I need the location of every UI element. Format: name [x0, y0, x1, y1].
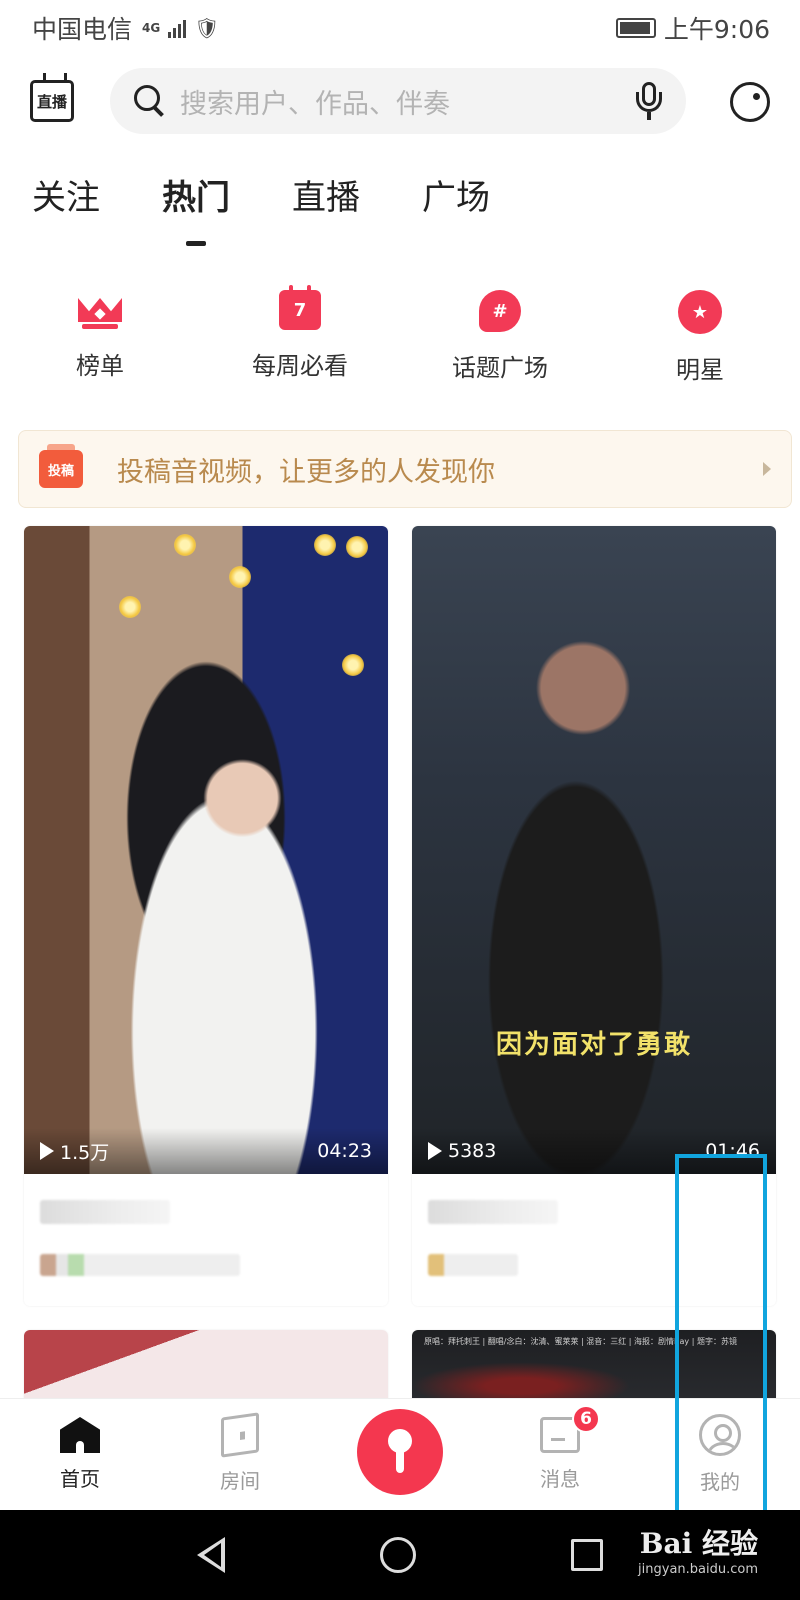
blurred-author — [40, 1254, 240, 1276]
tab-live[interactable]: 直播 — [292, 170, 360, 232]
video-caption: 因为面对了勇敢 — [495, 1030, 692, 1060]
nav-messages[interactable]: 6 消息 — [480, 1405, 640, 1492]
thumb-meta: 1.5万 04:23 — [24, 1128, 388, 1174]
feed-card[interactable]: 因为面对了勇敢 5383 01:46 — [412, 526, 776, 1306]
microphone-icon — [388, 1428, 412, 1475]
status-bar: 中国电信 4G 🛡 上午9:06 — [0, 0, 800, 56]
quick-item-label: 明星 — [676, 356, 724, 384]
home-circle-icon[interactable] — [379, 1537, 416, 1573]
status-right: 上午9:06 — [615, 10, 770, 46]
search-box[interactable]: 搜索用户、作品、伴奏 — [110, 68, 686, 134]
watermark-url: jingyan.baidu.com — [638, 1562, 758, 1577]
play-icon — [428, 1142, 442, 1160]
bottom-nav: 首页 房间 6 消息 我的 — [0, 1398, 800, 1510]
nav-label: 首页 — [60, 1467, 100, 1491]
recent-apps-icon[interactable] — [570, 1539, 603, 1571]
play-count: 1.5万 — [40, 1138, 109, 1165]
carrier-label: 中国电信 — [32, 15, 133, 44]
quick-entries: 榜单 7 每周必看 # 话题广场 ★ 明星 — [0, 285, 800, 385]
duration: 04:23 — [317, 1140, 372, 1162]
profile-icon — [699, 1414, 741, 1456]
blurred-title — [40, 1200, 170, 1224]
quick-item-label: 每周必看 — [252, 352, 348, 380]
clock: 上午9:06 — [663, 15, 770, 44]
nav-home[interactable]: 首页 — [0, 1417, 160, 1492]
tab-follow[interactable]: 关注 — [32, 170, 100, 232]
tab-hot[interactable]: 热门 — [162, 170, 230, 246]
battery-icon — [615, 18, 656, 38]
nav-label: 我的 — [700, 1470, 740, 1494]
tab-square[interactable]: 广场 — [422, 170, 490, 232]
feed-card[interactable]: 1.5万 04:23 — [24, 526, 388, 1306]
video-credits: 原唱：拜托刺王 | 翻唱/念白：沈清、蜜莱莱 | 混音：三红 | 海报：剧情Ba… — [424, 1337, 737, 1346]
search-icon — [132, 83, 168, 119]
top-bar: 直播 搜索用户、作品、伴奏 — [0, 66, 800, 136]
quick-item-stars[interactable]: ★ 明星 — [600, 290, 800, 385]
unread-badge: 6 — [572, 1405, 600, 1433]
quick-item-weekly[interactable]: 7 每周必看 — [200, 285, 400, 385]
blurred-author — [428, 1254, 518, 1276]
submit-icon: 投稿 — [39, 444, 83, 488]
room-icon — [221, 1412, 259, 1458]
watermark: Bai 经验 jingyan.baidu.com — [638, 1522, 758, 1577]
feed-tabs: 关注 热门 直播 广场 — [32, 170, 490, 246]
network-type: 4G — [142, 21, 161, 35]
duration: 01:46 — [705, 1140, 760, 1162]
search-input[interactable]: 搜索用户、作品、伴奏 — [180, 82, 634, 121]
star-icon: ★ — [678, 290, 722, 334]
nav-room[interactable]: 房间 — [160, 1412, 320, 1494]
card-info — [412, 1174, 776, 1306]
back-icon[interactable] — [197, 1537, 226, 1573]
watermark-brand: Bai 经验 — [639, 1527, 758, 1560]
nav-profile[interactable]: 我的 — [640, 1414, 800, 1495]
play-count-value: 1.5万 — [60, 1141, 110, 1164]
nav-sing[interactable] — [320, 1408, 480, 1495]
shield-icon: 🛡 — [194, 16, 220, 40]
video-thumbnail[interactable]: 因为面对了勇敢 5383 01:46 — [412, 526, 776, 1174]
blurred-title — [428, 1200, 558, 1224]
card-info — [24, 1174, 388, 1306]
calendar-icon: 7 — [279, 285, 321, 330]
hashtag-icon: # — [479, 290, 521, 332]
thumb-meta: 5383 01:46 — [412, 1128, 776, 1174]
signal-icon — [168, 18, 187, 38]
status-left: 中国电信 4G 🛡 — [32, 10, 220, 46]
quick-item-topics[interactable]: # 话题广场 — [400, 290, 600, 385]
quick-item-label: 榜单 — [76, 352, 124, 380]
nav-label: 消息 — [540, 1467, 580, 1491]
live-label: 直播 — [36, 92, 67, 111]
live-button[interactable]: 直播 — [30, 80, 74, 122]
home-icon — [60, 1417, 100, 1453]
crown-icon — [78, 290, 122, 330]
video-thumbnail[interactable]: 1.5万 04:23 — [24, 526, 388, 1174]
nav-label: 房间 — [220, 1469, 260, 1493]
sing-button[interactable] — [357, 1408, 443, 1495]
play-count: 5383 — [428, 1140, 496, 1162]
play-count-value: 5383 — [448, 1140, 497, 1162]
play-icon — [40, 1142, 54, 1160]
quick-item-ranking[interactable]: 榜单 — [0, 290, 200, 385]
banner-text: 投稿音视频，让更多的人发现你 — [117, 456, 495, 488]
quick-item-label: 话题广场 — [452, 354, 548, 382]
voice-search-icon[interactable] — [634, 82, 664, 120]
submit-banner[interactable]: 投稿 投稿音视频，让更多的人发现你 — [18, 430, 792, 508]
record-icon[interactable] — [730, 82, 770, 122]
chevron-right-icon — [763, 462, 771, 476]
